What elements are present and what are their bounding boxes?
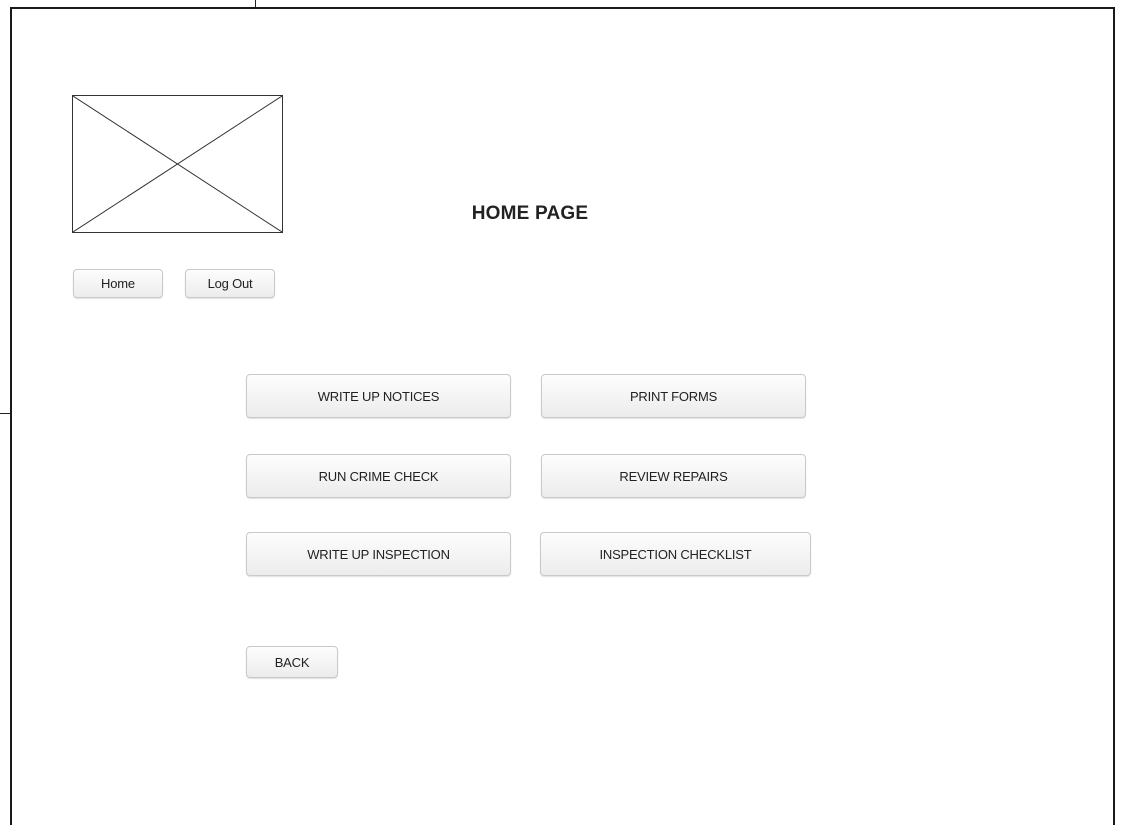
wireframe-canvas: HOME PAGE Home Log Out WRITE UP NOTICES …	[0, 0, 1122, 825]
placeholder-cross-icon	[73, 96, 282, 232]
image-placeholder-icon	[72, 95, 283, 233]
divider-line	[0, 413, 10, 414]
home-button[interactable]: Home	[73, 269, 163, 298]
inspection-checklist-button[interactable]: INSPECTION CHECKLIST	[540, 532, 811, 576]
page-title: HOME PAGE	[471, 203, 589, 224]
write-up-notices-button[interactable]: WRITE UP NOTICES	[246, 374, 511, 418]
write-up-inspection-button[interactable]: WRITE UP INSPECTION	[246, 532, 511, 576]
log-out-button[interactable]: Log Out	[185, 269, 275, 298]
print-forms-button[interactable]: PRINT FORMS	[541, 374, 806, 418]
back-button[interactable]: BACK	[246, 646, 338, 678]
run-crime-check-button[interactable]: RUN CRIME CHECK	[246, 454, 511, 498]
review-repairs-button[interactable]: REVIEW REPAIRS	[541, 454, 806, 498]
